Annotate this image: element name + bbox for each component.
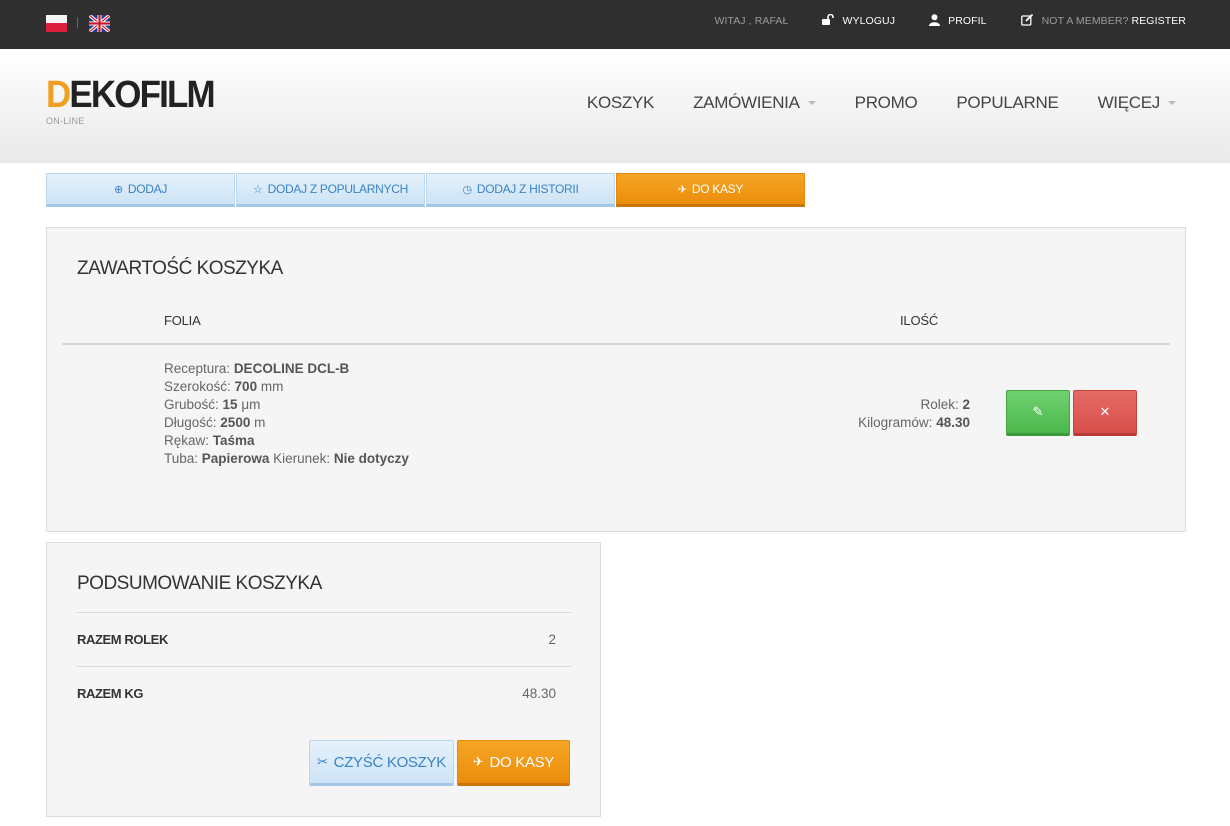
cart-summary-panel: PODSUMOWANIE KOSZYKA RAZEM ROLEK 2 RAZEM… [46,542,601,817]
member-prefix: NOT A MEMBER? [1041,15,1129,27]
summary-checkout-label: DO KASY [489,753,555,771]
edit-icon [1020,13,1034,29]
summary-rolek-label: RAZEM ROLEK [77,632,168,647]
nav-item-koszyk[interactable]: KOSZYK [587,93,654,113]
pencil-icon: ✎ [1032,404,1044,419]
register-label: REGISTER [1131,15,1186,27]
main-nav: KOSZYK ZAMÓWIENIA PROMO POPULARNE WIĘCEJ [548,93,1176,113]
add-label: DODAJ [127,182,168,196]
quantity-rolek: Rolek: 2 [920,397,970,412]
nav-item-promo[interactable]: PROMO [855,93,918,113]
close-icon: ✕ [1099,404,1111,419]
column-header-ilosc: ILOŚĆ [900,313,939,328]
column-header-folia: FOLIA [164,313,201,328]
add-popular-button[interactable]: ☆ DODAJ Z POPULARNYCH [236,173,425,207]
logout-link[interactable]: WYLOGUJ [822,13,896,28]
star-icon: ☆ [253,183,263,196]
user-icon [929,13,941,29]
nav-item-wiecej[interactable]: WIĘCEJ [1098,93,1176,113]
detail-dlugosc: Długość: 2500 m [164,415,266,430]
delete-item-button[interactable]: ✕ [1073,390,1137,436]
clock-icon: ◷ [462,183,473,196]
add-history-label: DODAJ Z HISTORII [476,182,579,196]
register-link[interactable]: NOT A MEMBER? REGISTER [1020,13,1186,29]
add-popular-label: DODAJ Z POPULARNYCH [267,182,409,196]
summary-row-kg: RAZEM KG 48.30 [77,666,571,720]
detail-receptura: Receptura: DECOLINE DCL-B [164,361,350,376]
add-button[interactable]: ⊕ DODAJ [46,173,235,207]
unlock-icon [822,13,835,28]
logo-first-letter: D [46,74,71,116]
quantity-kg: Kilogramów: 48.30 [858,415,970,430]
cart-contents-panel: ZAWARTOŚĆ KOSZYKA FOLIA ILOŚĆ Receptura:… [46,227,1186,532]
clear-cart-button[interactable]: ✂ CZYŚĆ KOSZYK [309,740,454,786]
profile-link[interactable]: PROFIL [929,13,987,29]
summary-rolek-value: 2 [548,632,556,647]
summary-title: PODSUMOWANIE KOSZYKA [77,573,322,594]
detail-grubosc: Grubość: 15 μm [164,397,261,412]
caret-down-icon [807,101,816,105]
logo-subtitle: ON-LINE [46,116,85,126]
logout-label: WYLOGUJ [842,15,896,27]
profile-label: PROFIL [948,15,987,27]
greeting-text: WITAJ , RAFAŁ [714,15,789,27]
nav-label: PROMO [854,93,918,112]
edit-item-button[interactable]: ✎ [1006,390,1070,436]
plus-circle-icon: ⊕ [113,183,123,196]
nav-label: KOSZYK [586,93,655,112]
detail-rekaw: Rękaw: Taśma [164,433,255,448]
site-logo[interactable]: DEKOFILM [46,74,216,116]
nav-item-popularne[interactable]: POPULARNE [956,93,1058,113]
cart-title: ZAWARTOŚĆ KOSZYKA [77,258,283,279]
logo-rest: EKOFILM [69,74,215,116]
summary-row-rolek: RAZEM ROLEK 2 [77,612,571,666]
add-history-button[interactable]: ◷ DODAJ Z HISTORII [426,173,615,207]
summary-kg-label: RAZEM KG [77,686,144,701]
detail-szerokosc: Szerokość: 700 mm [164,379,284,394]
header-divider [62,343,1170,345]
cart-item-quantity: Rolek: 2 Kilogramów: 48.30 [858,396,970,432]
nav-label: ZAMÓWIENIA [693,93,800,112]
walk-icon: ✈ [472,754,484,769]
nav-label: WIĘCEJ [1097,93,1161,112]
scissors-icon: ✂ [317,754,328,769]
flag-divider [77,17,78,28]
uk-flag-icon[interactable] [89,15,110,32]
cart-item-details: Receptura: DECOLINE DCL-B Szerokość: 700… [164,360,409,468]
cart-actions: ⊕ DODAJ ☆ DODAJ Z POPULARNYCH ◷ DODAJ Z … [46,173,806,207]
site-header: DEKOFILM ON-LINE KOSZYK ZAMÓWIENIA PROMO… [0,49,1230,163]
clear-cart-label: CZYŚĆ KOSZYK [333,753,447,771]
checkout-button[interactable]: ✈ DO KASY [616,173,805,207]
nav-item-zamowienia[interactable]: ZAMÓWIENIA [693,93,816,113]
walk-icon: ✈ [677,183,687,196]
caret-down-icon [1168,101,1176,105]
summary-kg-value: 48.30 [522,686,556,701]
nav-label: POPULARNE [956,93,1059,112]
checkout-label: DO KASY [691,182,744,196]
top-bar: WITAJ , RAFAŁ WYLOGUJ PROFIL NOT A MEMBE… [0,0,1230,49]
summary-checkout-button[interactable]: ✈ DO KASY [457,740,570,786]
pl-flag-icon[interactable] [46,15,67,32]
detail-tuba: Tuba: Papierowa Kierunek: Nie dotyczy [164,451,409,466]
top-links: WITAJ , RAFAŁ WYLOGUJ PROFIL NOT A MEMBE… [714,0,1186,42]
